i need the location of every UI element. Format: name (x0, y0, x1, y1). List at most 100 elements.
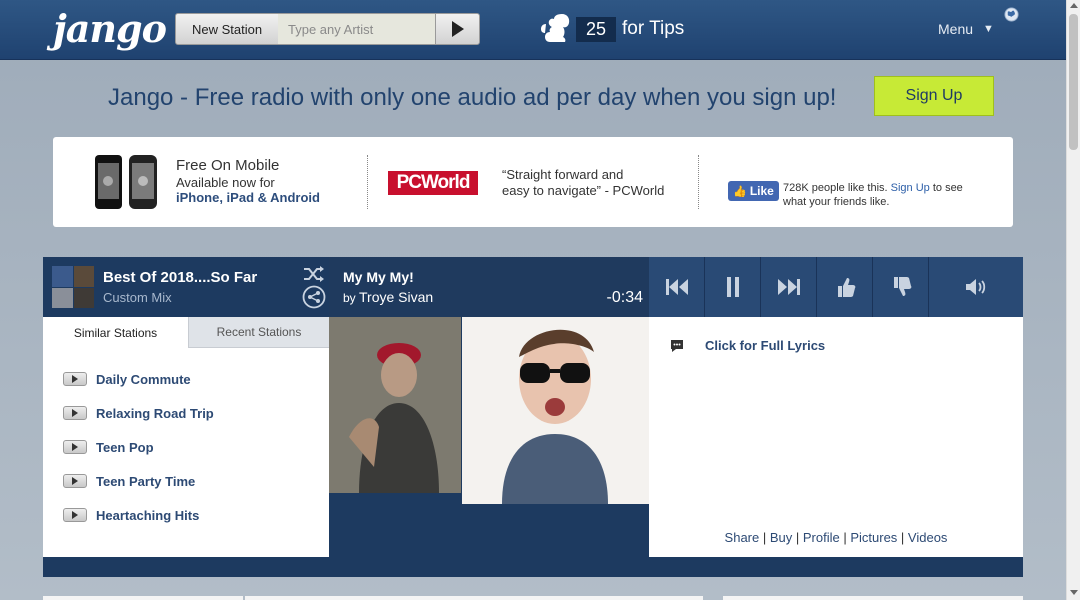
thumbs-down-icon (893, 277, 911, 296)
artist-photo-illustration (329, 317, 461, 493)
pcworld-quote: “Straight forward and easy to navigate” … (502, 167, 692, 199)
divider (698, 155, 699, 209)
play-station-button[interactable] (63, 372, 87, 386)
link-separator: | (897, 530, 908, 545)
pause-icon (726, 277, 739, 297)
facebook-like-text: 728K people like this. Sign Up to see wh… (783, 181, 983, 209)
song-title[interactable]: My My My! (343, 269, 414, 285)
share-icon[interactable] (302, 285, 326, 309)
tips-label[interactable]: for Tips (622, 18, 684, 40)
full-lyrics-link[interactable]: Click for Full Lyrics (705, 338, 825, 353)
scroll-thumb[interactable] (1069, 14, 1078, 150)
thumb-tile (73, 266, 94, 287)
phones-image (95, 155, 157, 209)
station-subtitle: Custom Mix (103, 290, 172, 305)
thumbs-down-button[interactable] (873, 257, 929, 317)
link-separator: | (792, 530, 803, 545)
list-item[interactable]: Teen Party Time (63, 471, 303, 491)
list-item[interactable]: Daily Commute (63, 369, 303, 389)
play-icon (72, 511, 78, 519)
list-item[interactable]: Relaxing Road Trip (63, 403, 303, 423)
speech-bubble-icon (671, 340, 683, 352)
now-playing-header: My My My! by Troye Sivan -0:34 (329, 257, 649, 317)
profile-link[interactable]: Profile (803, 530, 840, 545)
tips-count: 25 (576, 17, 616, 42)
play-station-button[interactable] (63, 474, 87, 488)
song-artist-line: by Troye Sivan (343, 289, 433, 305)
play-icon (72, 375, 78, 383)
time-remaining: -0:34 (606, 289, 643, 306)
shuffle-icon[interactable] (302, 265, 326, 283)
rewind-icon (665, 279, 688, 295)
previous-button[interactable] (649, 257, 705, 317)
station-title: Best Of 2018....So Far (103, 269, 258, 286)
buy-link[interactable]: Buy (770, 530, 792, 545)
play-arrow-icon (451, 21, 464, 37)
globe-icon[interactable] (1004, 7, 1019, 22)
link-separator: | (839, 530, 851, 545)
list-item[interactable]: Teen Pop (63, 437, 303, 457)
play-icon (72, 443, 78, 451)
jango-logo[interactable]: jango (53, 6, 167, 51)
quote-line: “Straight forward and (502, 167, 624, 182)
mobile-subtitle: Available now for (176, 175, 275, 190)
station-name[interactable]: Teen Party Time (96, 474, 195, 489)
station-name[interactable]: Heartaching Hits (96, 508, 199, 523)
station-header: Best Of 2018....So Far Custom Mix (43, 257, 329, 317)
page-scrollbar[interactable] (1066, 0, 1080, 600)
squirrel-icon[interactable] (540, 12, 570, 46)
tab-similar-stations[interactable]: Similar Stations (43, 317, 188, 348)
facebook-like-button[interactable]: 👍 Like (728, 181, 779, 201)
station-name[interactable]: Daily Commute (96, 372, 191, 387)
top-bar: jango New Station 25 for Tips Menu ▼ (0, 0, 1066, 60)
stations-panel: Similar Stations Recent Stations Daily C… (43, 317, 329, 557)
player: Best Of 2018....So Far Custom Mix My My … (43, 257, 1023, 577)
thumbs-up-icon (837, 278, 855, 297)
artist-search-input[interactable] (278, 13, 436, 45)
play-icon (72, 477, 78, 485)
thumbs-up-button[interactable] (817, 257, 873, 317)
thumb-tile (73, 287, 94, 308)
chevron-down-icon[interactable]: ▼ (983, 23, 994, 35)
mobile-platforms-link[interactable]: iPhone, iPad & Android (176, 190, 320, 205)
pcworld-logo: PCWorld (388, 171, 478, 195)
list-item[interactable]: Heartaching Hits (63, 505, 303, 525)
bottom-panel (723, 596, 1023, 600)
menu-button[interactable]: Menu (938, 21, 973, 37)
sign-up-button[interactable]: Sign Up (874, 76, 994, 116)
fb-signup-link[interactable]: Sign Up (891, 182, 930, 194)
quote-line: easy to navigate” - PCWorld (502, 183, 665, 198)
scroll-up-arrow-icon[interactable] (1070, 3, 1078, 8)
skip-button[interactable] (761, 257, 817, 317)
play-station-button[interactable] (63, 440, 87, 454)
artwork-footer (329, 504, 649, 557)
tab-recent-stations[interactable]: Recent Stations (188, 317, 329, 348)
station-name[interactable]: Teen Pop (96, 440, 154, 455)
new-station-button[interactable]: New Station (175, 13, 279, 45)
thumb-tile (52, 266, 73, 287)
search-go-button[interactable] (435, 13, 480, 45)
play-station-button[interactable] (63, 406, 87, 420)
artist-photo-secondary[interactable] (329, 317, 461, 493)
station-name[interactable]: Relaxing Road Trip (96, 406, 214, 421)
volume-button[interactable] (929, 257, 1023, 317)
pictures-link[interactable]: Pictures (850, 530, 897, 545)
play-station-button[interactable] (63, 508, 87, 522)
player-footer (43, 557, 1023, 577)
bottom-panel (245, 596, 703, 600)
pause-button[interactable] (705, 257, 761, 317)
link-separator: | (759, 530, 770, 545)
fb-like-label: Like (749, 184, 774, 198)
thumbs-up-icon: 👍 (733, 185, 747, 198)
artist-photo-main[interactable] (462, 317, 649, 504)
videos-link[interactable]: Videos (908, 530, 948, 545)
fast-forward-icon (777, 279, 800, 295)
scroll-down-arrow-icon[interactable] (1070, 590, 1078, 595)
mobile-title: Free On Mobile (176, 157, 280, 174)
artist-photo-illustration (462, 317, 649, 504)
player-controls (649, 257, 1023, 317)
song-links: Share | Buy | Profile | Pictures | Video… (649, 530, 1023, 545)
thumb-tile (52, 287, 73, 308)
song-artist-link[interactable]: Troye Sivan (359, 289, 433, 305)
share-link[interactable]: Share (725, 530, 760, 545)
